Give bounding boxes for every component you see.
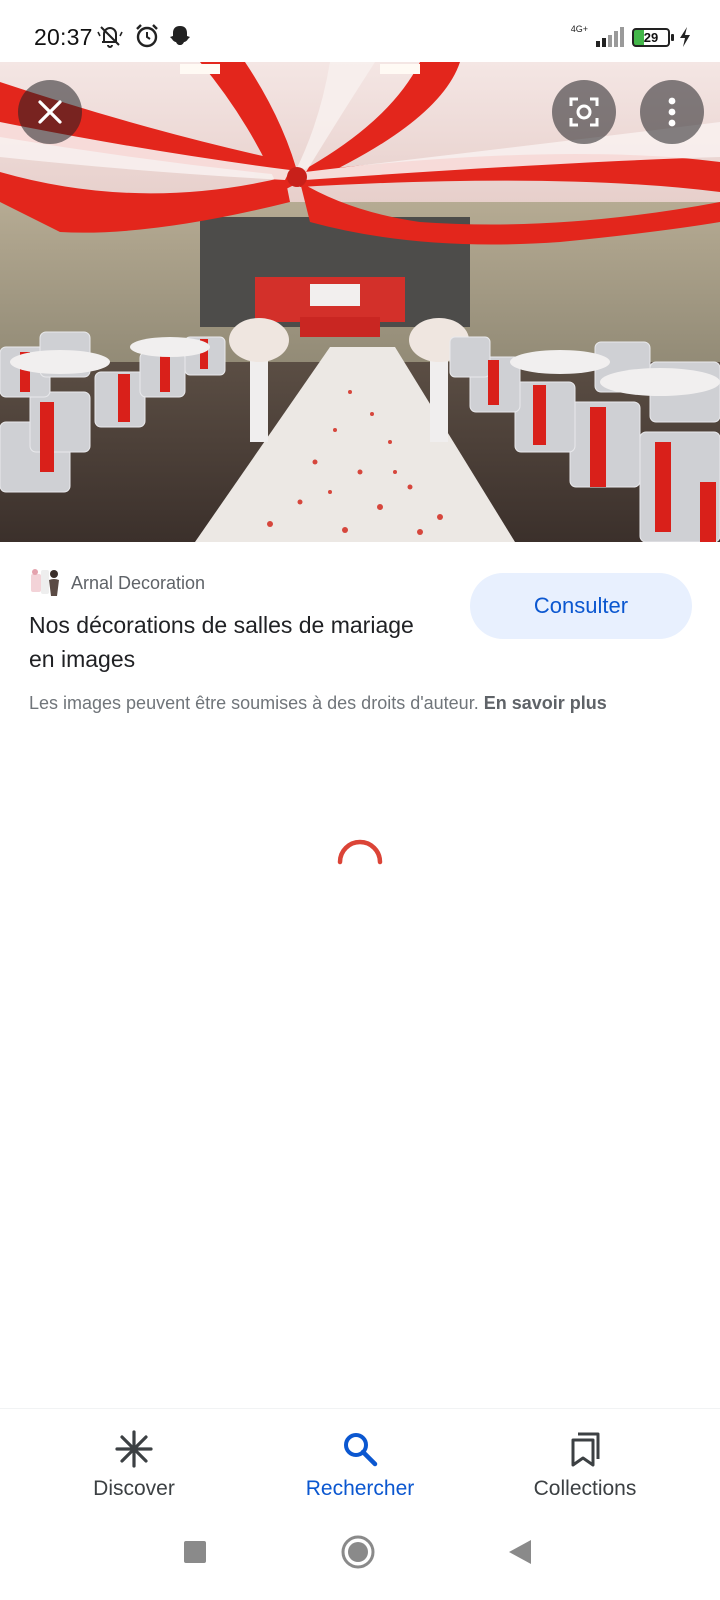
close-button[interactable] (18, 80, 82, 144)
result-title[interactable]: Nos décorations de salles de mariage en … (29, 608, 439, 676)
nav-search-label: Rechercher (305, 1477, 415, 1500)
system-navigation (0, 1518, 720, 1600)
nav-search[interactable]: Rechercher (260, 1409, 460, 1519)
nav-collections-label: Collections (533, 1477, 637, 1500)
copyright-notice: Les images peuvent être soumises à des d… (29, 690, 689, 717)
visit-button[interactable]: Consulter (470, 573, 692, 639)
collections-icon (571, 1432, 600, 1467)
source-row[interactable]: Arnal Decoration (29, 566, 205, 600)
status-time: 20:37 (34, 24, 93, 50)
status-right: 4G+ 29 (571, 24, 692, 50)
search-icon (344, 1433, 378, 1467)
nav-discover[interactable]: Discover (34, 1409, 234, 1519)
mute-icon (97, 26, 123, 48)
source-name: Arnal Decoration (71, 572, 206, 593)
signal-icon (596, 27, 624, 47)
close-icon (38, 100, 62, 124)
discover-icon (115, 1430, 153, 1468)
back-button[interactable] (500, 1532, 540, 1572)
battery-level: 29 (643, 29, 659, 45)
copyright-text: Les images peuvent être soumises à des d… (29, 693, 479, 713)
recents-button[interactable] (175, 1532, 215, 1572)
battery-icon: 29 (632, 27, 674, 47)
snapchat-icon (170, 26, 190, 45)
status-bar: 20:37 4G+ 29 (0, 0, 720, 62)
back-icon (509, 1540, 531, 1564)
source-favicon (31, 569, 59, 596)
wedding-hall-photo (0, 62, 720, 542)
more-options-button[interactable] (640, 80, 704, 144)
nav-collections[interactable]: Collections (485, 1409, 685, 1519)
alarm-icon (136, 24, 158, 48)
learn-more-link[interactable]: En savoir plus (484, 693, 607, 713)
bottom-navigation: Discover Rechercher Collections (0, 1408, 720, 1519)
home-icon (341, 1535, 375, 1569)
result-image[interactable] (0, 62, 720, 542)
lens-icon (569, 97, 599, 127)
lens-button[interactable] (552, 80, 616, 144)
nav-discover-label: Discover (93, 1477, 175, 1500)
recents-icon (184, 1541, 206, 1563)
home-button[interactable] (338, 1532, 378, 1572)
loading-spinner (337, 839, 383, 865)
charging-icon (680, 27, 690, 47)
network-type: 4G+ (570, 24, 588, 34)
more-vert-icon (668, 97, 676, 127)
